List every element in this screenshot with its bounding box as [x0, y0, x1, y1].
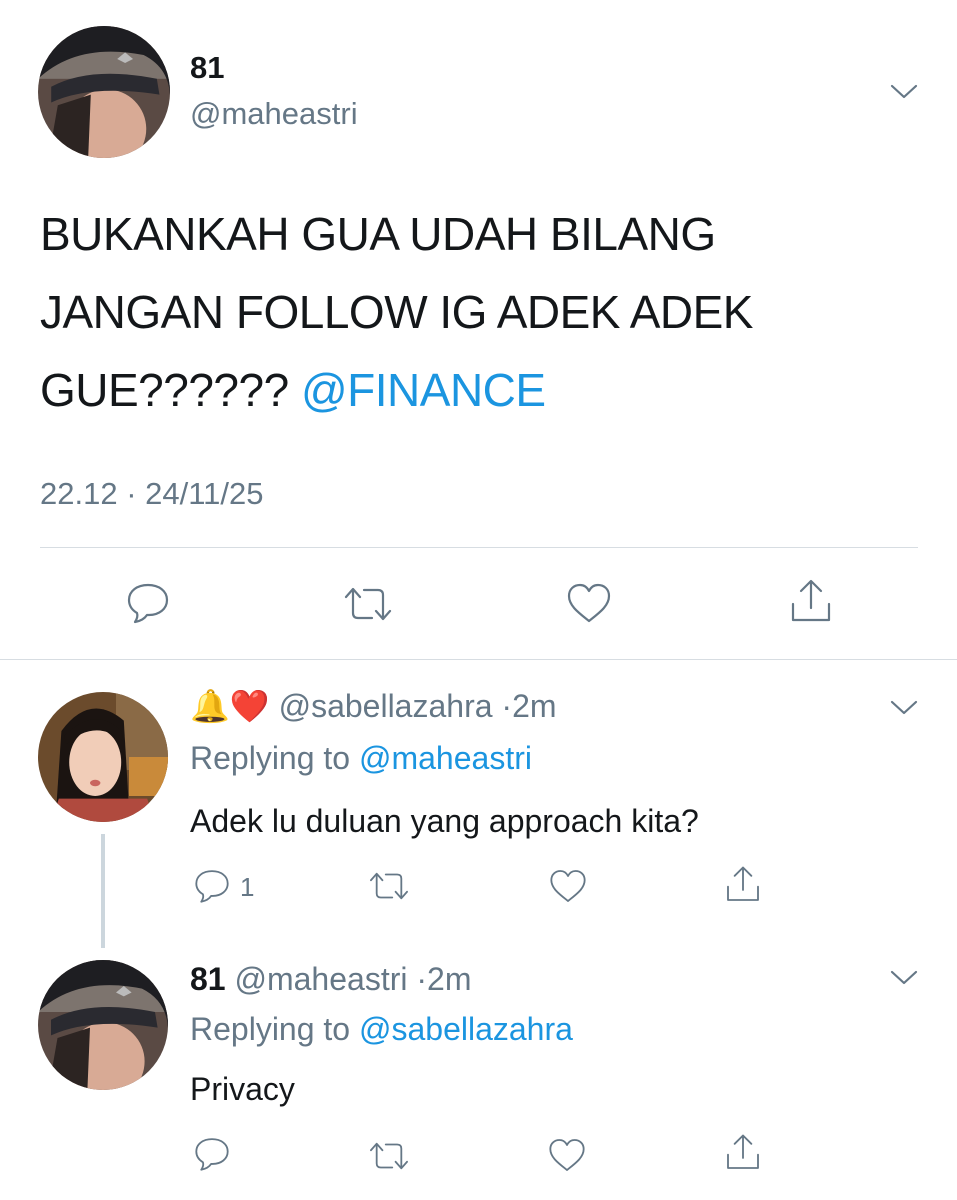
reply-menu-chevron-icon[interactable] [888, 966, 920, 990]
meta-separator: · [416, 961, 428, 997]
retweet-icon[interactable] [340, 582, 396, 626]
author-avatar[interactable] [38, 26, 170, 158]
reply-icon[interactable] [124, 580, 172, 626]
share-icon[interactable] [722, 1132, 764, 1174]
reply-avatar[interactable] [38, 692, 168, 822]
reply-handle[interactable]: @sabellazahra [279, 688, 493, 724]
like-icon[interactable] [564, 580, 614, 626]
reply-age[interactable]: 2m [512, 688, 556, 724]
reply-icon[interactable] [192, 866, 232, 906]
reply-header: 🔔❤️ @sabellazahra ·2m [190, 687, 557, 725]
replying-to-label: Replying to [190, 740, 351, 776]
like-icon[interactable] [548, 866, 588, 906]
reply-handle[interactable]: @maheastri [234, 961, 407, 997]
share-icon[interactable] [786, 578, 836, 626]
replying-to-link[interactable]: @maheastri [359, 740, 532, 776]
like-icon[interactable] [546, 1134, 588, 1176]
tweet-menu-chevron-icon[interactable] [888, 80, 920, 104]
mention-link[interactable]: @FINANCE [301, 364, 546, 416]
retweet-icon[interactable] [366, 1136, 412, 1176]
reply-age[interactable]: 2m [427, 961, 471, 997]
reply-count: 1 [240, 872, 255, 902]
reply-header: 81 @maheastri ·2m [190, 961, 471, 998]
reply-icon[interactable] [192, 1134, 232, 1174]
reply-menu-chevron-icon[interactable] [888, 696, 920, 720]
reply-text: Privacy [190, 1071, 295, 1107]
replying-to-label: Replying to [190, 1011, 351, 1047]
divider [40, 547, 918, 548]
author-name[interactable]: 81 [190, 50, 224, 86]
tweet-timestamp[interactable]: 22.12 · 24/11/25 [40, 476, 264, 512]
replying-to-link[interactable]: @sabellazahra [359, 1011, 573, 1047]
retweet-icon[interactable] [366, 866, 412, 906]
emoji-decoration: 🔔❤️ [190, 688, 270, 724]
reply-author-name[interactable]: 81 [190, 961, 226, 997]
thread-connector [101, 834, 105, 948]
share-icon[interactable] [722, 864, 764, 906]
reply-avatar[interactable] [38, 960, 168, 1090]
replying-to-line: Replying to @sabellazahra [190, 1011, 573, 1048]
replying-to-line: Replying to @maheastri [190, 740, 532, 777]
author-handle[interactable]: @maheastri [190, 96, 358, 132]
divider [0, 659, 957, 660]
tweet-text: BUKANKAH GUA UDAH BILANG JANGAN FOLLOW I… [40, 195, 900, 429]
reply-text: Adek lu duluan yang approach kita? [190, 803, 699, 839]
meta-separator: · [501, 688, 513, 724]
